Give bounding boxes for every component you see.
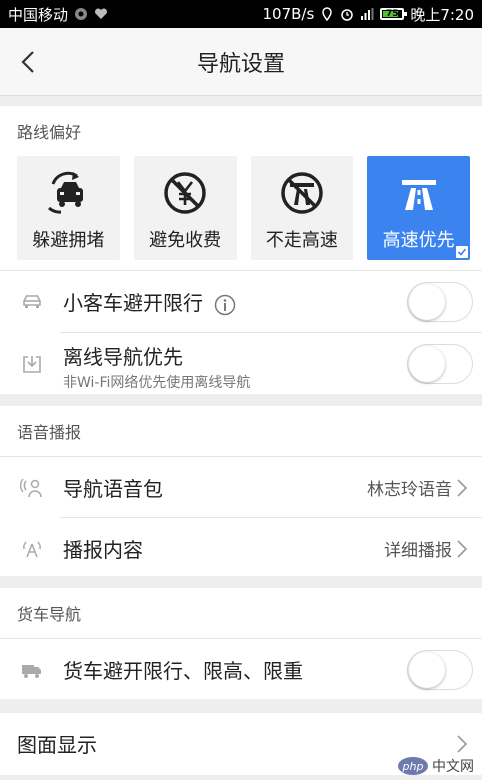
- avoid-congestion-icon: [48, 171, 84, 214]
- status-bar: 中国移动 107B/s 75 晚上7:20: [0, 0, 482, 28]
- route-option-highway-first[interactable]: 高速优先: [367, 156, 470, 260]
- route-option-label: 躲避拥堵: [32, 230, 105, 251]
- route-option-label: 避免收费: [149, 230, 222, 251]
- truck-avoid-toggle[interactable]: [407, 649, 473, 690]
- location-icon: [322, 7, 333, 21]
- restriction-avoid-row[interactable]: 小客车避开限行: [0, 271, 482, 332]
- row-title: 离线导航优先: [63, 345, 183, 369]
- voice-pack-icon: [20, 478, 42, 497]
- highway-icon: [401, 180, 436, 210]
- section-header: 货车导航: [17, 605, 82, 624]
- watermark: php 中文网: [398, 756, 474, 776]
- voice-section: 语音播报 导航语音包 林志玲语音 播报内容 详细播报: [0, 406, 482, 576]
- section-header: 路线偏好: [17, 123, 82, 142]
- truck-avoid-row[interactable]: 货车避开限行、限高、限重: [0, 639, 482, 700]
- signal-icon: [361, 8, 374, 20]
- row-title: 图面显示: [17, 733, 97, 757]
- row-title: 小客车避开限行: [63, 290, 203, 315]
- page-title: 导航设置: [196, 51, 285, 77]
- network-speed: 107B/s: [262, 5, 315, 23]
- navigation-bar: 导航设置: [0, 28, 482, 96]
- section-header: 语音播报: [17, 423, 82, 442]
- watermark-logo: php: [398, 757, 428, 775]
- row-title: 播报内容: [63, 538, 143, 562]
- offline-download-icon: [23, 355, 41, 373]
- chevron-right-icon: [457, 478, 468, 497]
- chevron-right-icon: [457, 539, 468, 558]
- clock: 晚上7:20: [410, 5, 474, 24]
- row-text: 货车避开限行、限高、限重: [63, 655, 303, 684]
- settings-icon: [75, 8, 88, 20]
- row-value: 林志玲语音: [367, 480, 452, 500]
- route-option-label: 不走高速: [265, 230, 338, 251]
- row-text: 离线导航优先 非Wi-Fi网络优先使用离线导航: [63, 341, 250, 392]
- truck-icon: [22, 664, 41, 678]
- alarm-icon: [341, 9, 354, 21]
- no-highway-icon: [281, 172, 323, 214]
- restriction-avoid-toggle[interactable]: [407, 281, 473, 322]
- route-option-no-toll[interactable]: 避免收费: [133, 156, 237, 260]
- row-subtitle: 非Wi-Fi网络优先使用离线导航: [63, 375, 251, 391]
- carrier-label: 中国移动: [8, 5, 69, 24]
- car-icon: [23, 294, 41, 308]
- info-icon[interactable]: [214, 294, 236, 316]
- broadcast-content-row[interactable]: 播报内容 详细播报: [0, 518, 482, 579]
- route-preference-section: 路线偏好 躲避拥堵 避免收费 不走高速 高速优先 小客车避开限行 离线导航优先 …: [0, 106, 482, 394]
- route-option-label: 高速优先: [382, 230, 455, 251]
- row-text: 小客车避开限行: [63, 287, 236, 317]
- voice-pack-row[interactable]: 导航语音包 林志玲语音: [0, 457, 482, 518]
- row-title: 导航语音包: [63, 477, 163, 501]
- row-value: 详细播报: [384, 541, 452, 561]
- chevron-right-icon: [457, 734, 468, 753]
- offline-nav-toggle[interactable]: [407, 343, 473, 384]
- chevron-left-icon: [21, 51, 34, 73]
- route-option-avoid-congestion[interactable]: 躲避拥堵: [17, 156, 120, 260]
- battery-icon: 75: [380, 8, 408, 20]
- broadcast-icon: [23, 540, 41, 557]
- back-button[interactable]: [10, 44, 46, 80]
- checkmark-icon: [456, 246, 468, 258]
- battery-level: 75: [386, 9, 399, 19]
- row-title: 货车避开限行、限高、限重: [63, 659, 303, 683]
- route-option-no-highway[interactable]: 不走高速: [250, 156, 354, 260]
- truck-section: 货车导航 货车避开限行、限高、限重: [0, 588, 482, 699]
- route-option-cards: 躲避拥堵 避免收费 不走高速 高速优先: [0, 156, 482, 260]
- heart-icon: [95, 8, 108, 19]
- watermark-text: 中文网: [432, 759, 474, 775]
- no-toll-icon: [164, 172, 206, 214]
- offline-nav-row[interactable]: 离线导航优先 非Wi-Fi网络优先使用离线导航: [0, 333, 482, 394]
- row-text: 导航语音包: [63, 473, 163, 502]
- row-text: 播报内容: [63, 534, 143, 563]
